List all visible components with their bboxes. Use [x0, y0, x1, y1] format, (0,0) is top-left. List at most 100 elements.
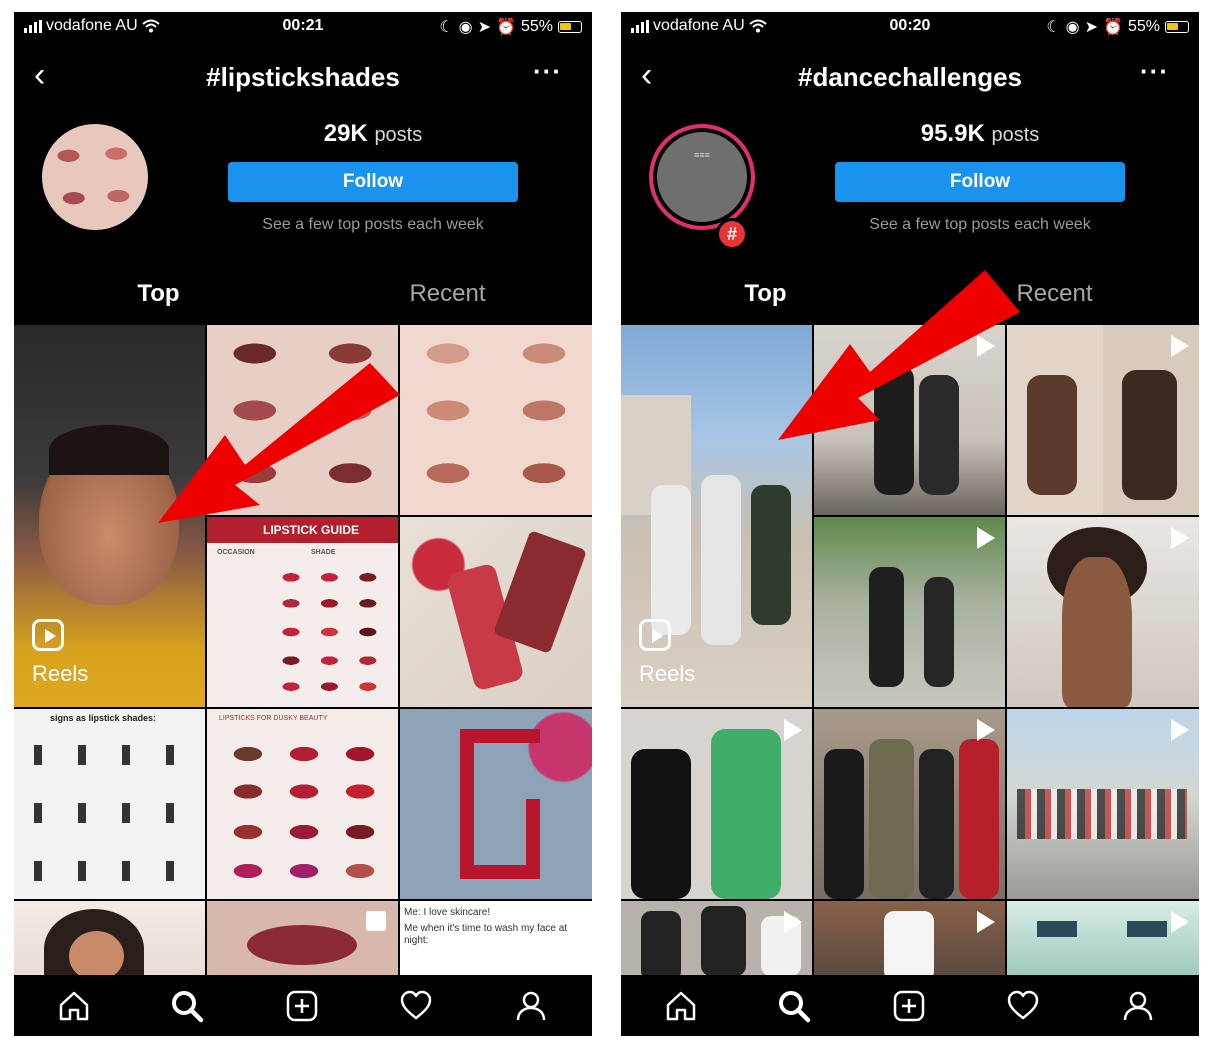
battery-icon [558, 21, 582, 33]
posts-count-label: posts [374, 124, 423, 146]
shopping-bag-icon [366, 911, 386, 931]
video-play-icon [784, 911, 802, 933]
video-play-icon [977, 719, 995, 741]
follow-subtext: See a few top posts each week [869, 216, 1091, 233]
post-thumbnail[interactable] [1007, 325, 1199, 515]
reels-label: Reels [639, 661, 696, 686]
post-thumbnail-dusky[interactable]: LIPSTICKS FOR DUSKY BEAUTY [207, 709, 398, 899]
hashtag-badge: # [716, 218, 748, 250]
alarm-icon: ⏰ [496, 19, 516, 36]
post-thumbnail[interactable] [400, 709, 592, 899]
follow-button[interactable]: Follow [228, 162, 518, 202]
thumb-dusky-title: LIPSTICKS FOR DUSKY BEAUTY [219, 715, 328, 722]
posts-count-value: 29K [323, 120, 368, 147]
status-bar: vodafone AU 00:21 ☾ ◉ ➤ ⏰ 55% [14, 12, 592, 40]
activity-heart-icon[interactable] [396, 987, 436, 1025]
post-thumbnail[interactable] [1007, 709, 1199, 899]
post-reel-thumbnail[interactable]: Reels [621, 325, 812, 707]
video-play-icon [1171, 719, 1189, 741]
post-thumbnail-signs[interactable]: signs as lipstick shades: [14, 709, 205, 899]
post-thumbnail-lipstick-guide[interactable]: LIPSTICK GUIDE OCCASION SHADE [207, 517, 398, 707]
tab-recent[interactable]: Recent [303, 280, 592, 308]
hashtag-avatar[interactable]: ≡≡≡ [649, 124, 755, 230]
reels-badge: Reels [32, 619, 88, 687]
post-thumbnail[interactable] [621, 709, 812, 899]
hashtag-title: #lipstickshades [206, 62, 400, 92]
bottom-tab-bar [14, 975, 592, 1036]
post-thumbnail-meme[interactable]: Me: I love skincare! Me when it's time t… [400, 901, 592, 975]
post-thumbnail[interactable] [1007, 517, 1199, 707]
phone-screen-lipstickshades: vodafone AU 00:21 ☾ ◉ ➤ ⏰ 55% ‹ #lipstic… [14, 12, 592, 1036]
hashtag-header: 29K posts Follow See a few top posts eac… [14, 106, 592, 266]
nav-bar: ‹ #dancechallenges ··· [621, 50, 1199, 106]
thumb-guide-shade: SHADE [311, 549, 336, 556]
search-icon[interactable] [167, 987, 207, 1025]
rotation-lock-icon: ◉ [458, 19, 473, 36]
feed-tabs: Top Recent [621, 266, 1199, 324]
posts-count: 29K posts [228, 120, 518, 148]
reels-badge: Reels [639, 619, 695, 687]
thumb-guide-title: LIPSTICK GUIDE [263, 523, 360, 537]
post-thumbnail[interactable] [621, 901, 812, 975]
more-options-icon[interactable]: ··· [1140, 56, 1169, 87]
post-thumbnail[interactable] [14, 901, 205, 975]
new-post-icon[interactable] [889, 987, 929, 1025]
new-post-icon[interactable] [282, 987, 322, 1025]
video-play-icon [784, 719, 802, 741]
reels-icon [32, 619, 64, 651]
hashtag-avatar[interactable] [42, 124, 148, 230]
phone-screen-dancechallenges: vodafone AU 00:20 ☾ ◉ ➤ ⏰ 55% ‹ #dancech… [621, 12, 1199, 1036]
moon-icon: ☾ [1046, 19, 1061, 36]
video-play-icon [1171, 911, 1189, 933]
thumb-meme-line2: Me when it's time to wash my face at nig… [404, 923, 568, 946]
post-thumbnail[interactable] [814, 901, 1005, 975]
battery-icon [1165, 21, 1189, 33]
bottom-tab-bar [621, 975, 1199, 1036]
video-play-icon [1171, 527, 1189, 549]
nav-bar: ‹ #lipstickshades ··· [14, 50, 592, 106]
hashtag-header: ≡≡≡ # 95.9K posts Follow See a few top p… [621, 106, 1199, 266]
more-options-icon[interactable]: ··· [533, 56, 562, 87]
feed-tabs: Top Recent [14, 266, 592, 324]
location-icon: ➤ [477, 19, 492, 36]
post-grid: Reels LIPSTICK GUIDE OCCASION SHADE sign… [14, 325, 592, 975]
hashtag-title: #dancechallenges [798, 62, 1022, 92]
reels-label: Reels [32, 661, 89, 686]
location-icon: ➤ [1084, 19, 1099, 36]
tab-top[interactable]: Top [14, 280, 303, 308]
tab-recent[interactable]: Recent [910, 280, 1199, 308]
status-bar: vodafone AU 00:20 ☾ ◉ ➤ ⏰ 55% [621, 12, 1199, 40]
rotation-lock-icon: ◉ [1065, 19, 1080, 36]
video-play-icon [977, 527, 995, 549]
thumb-signs-title: signs as lipstick shades: [50, 713, 157, 723]
status-right-group: ☾ ◉ ➤ ⏰ 55% [439, 17, 582, 37]
profile-icon[interactable] [511, 987, 551, 1025]
post-thumbnail[interactable] [207, 325, 398, 515]
post-thumbnail[interactable] [1007, 901, 1199, 975]
home-icon[interactable] [54, 987, 94, 1025]
avatar-art: ≡≡≡ [694, 150, 710, 160]
posts-count-label: posts [991, 124, 1040, 146]
alarm-icon: ⏰ [1103, 19, 1123, 36]
thumb-meme-line1: Me: I love skincare! [404, 907, 491, 918]
posts-count: 95.9K posts [835, 120, 1125, 148]
tab-top[interactable]: Top [621, 280, 910, 308]
post-thumbnail[interactable] [207, 901, 398, 975]
home-icon[interactable] [661, 987, 701, 1025]
post-thumbnail[interactable] [400, 325, 592, 515]
follow-button[interactable]: Follow [835, 162, 1125, 202]
post-thumbnail[interactable] [814, 709, 1005, 899]
thumb-guide-occasion: OCCASION [217, 549, 255, 556]
post-thumbnail[interactable] [814, 517, 1005, 707]
search-icon[interactable] [774, 987, 814, 1025]
video-play-icon [977, 911, 995, 933]
follow-subtext: See a few top posts each week [262, 216, 484, 233]
video-play-icon [977, 335, 995, 357]
battery-percent: 55% [520, 18, 553, 35]
post-thumbnail[interactable] [814, 325, 1005, 515]
activity-heart-icon[interactable] [1003, 987, 1043, 1025]
profile-icon[interactable] [1118, 987, 1158, 1025]
post-thumbnail[interactable] [400, 517, 592, 707]
battery-percent: 55% [1127, 18, 1160, 35]
post-reel-thumbnail[interactable]: Reels [14, 325, 205, 707]
